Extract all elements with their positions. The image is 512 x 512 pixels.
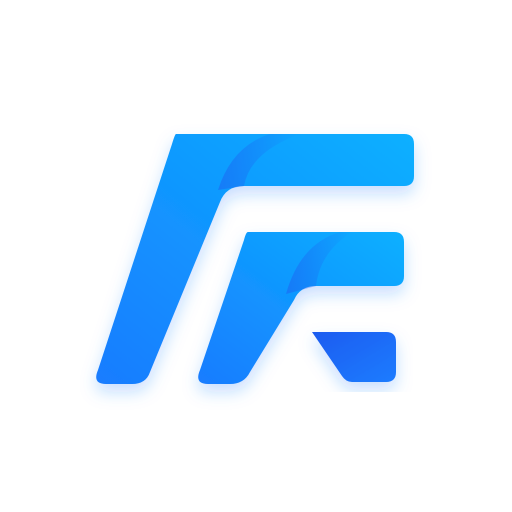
logo-bottom-tab xyxy=(312,332,396,382)
app-icon-canvas xyxy=(0,0,512,512)
stylized-letter-logo-icon xyxy=(96,134,414,384)
